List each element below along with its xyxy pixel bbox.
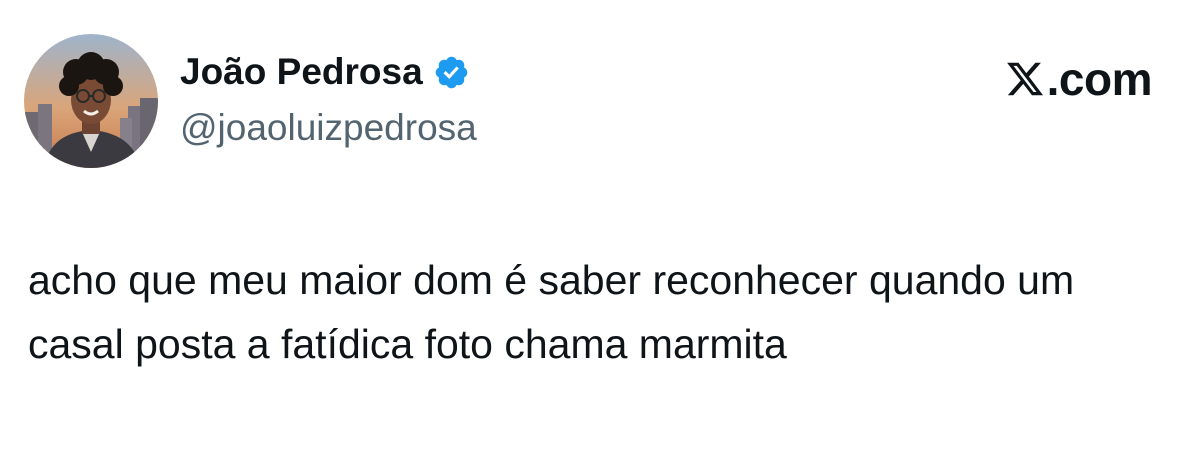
avatar[interactable] (24, 34, 158, 168)
brand-watermark: .com (1005, 53, 1153, 105)
author-display-name[interactable]: João Pedrosa (180, 50, 423, 94)
author-handle[interactable]: @joaoluizpedrosa (180, 106, 477, 150)
verified-badge-icon (435, 56, 467, 88)
x-logo-icon (1006, 62, 1043, 96)
author-name-row: João Pedrosa (180, 50, 470, 94)
avatar-photo (24, 34, 158, 168)
tweet-text: acho que meu maior dom é saber reconhece… (28, 257, 1075, 367)
brand-domain-text: .com (1046, 53, 1153, 105)
